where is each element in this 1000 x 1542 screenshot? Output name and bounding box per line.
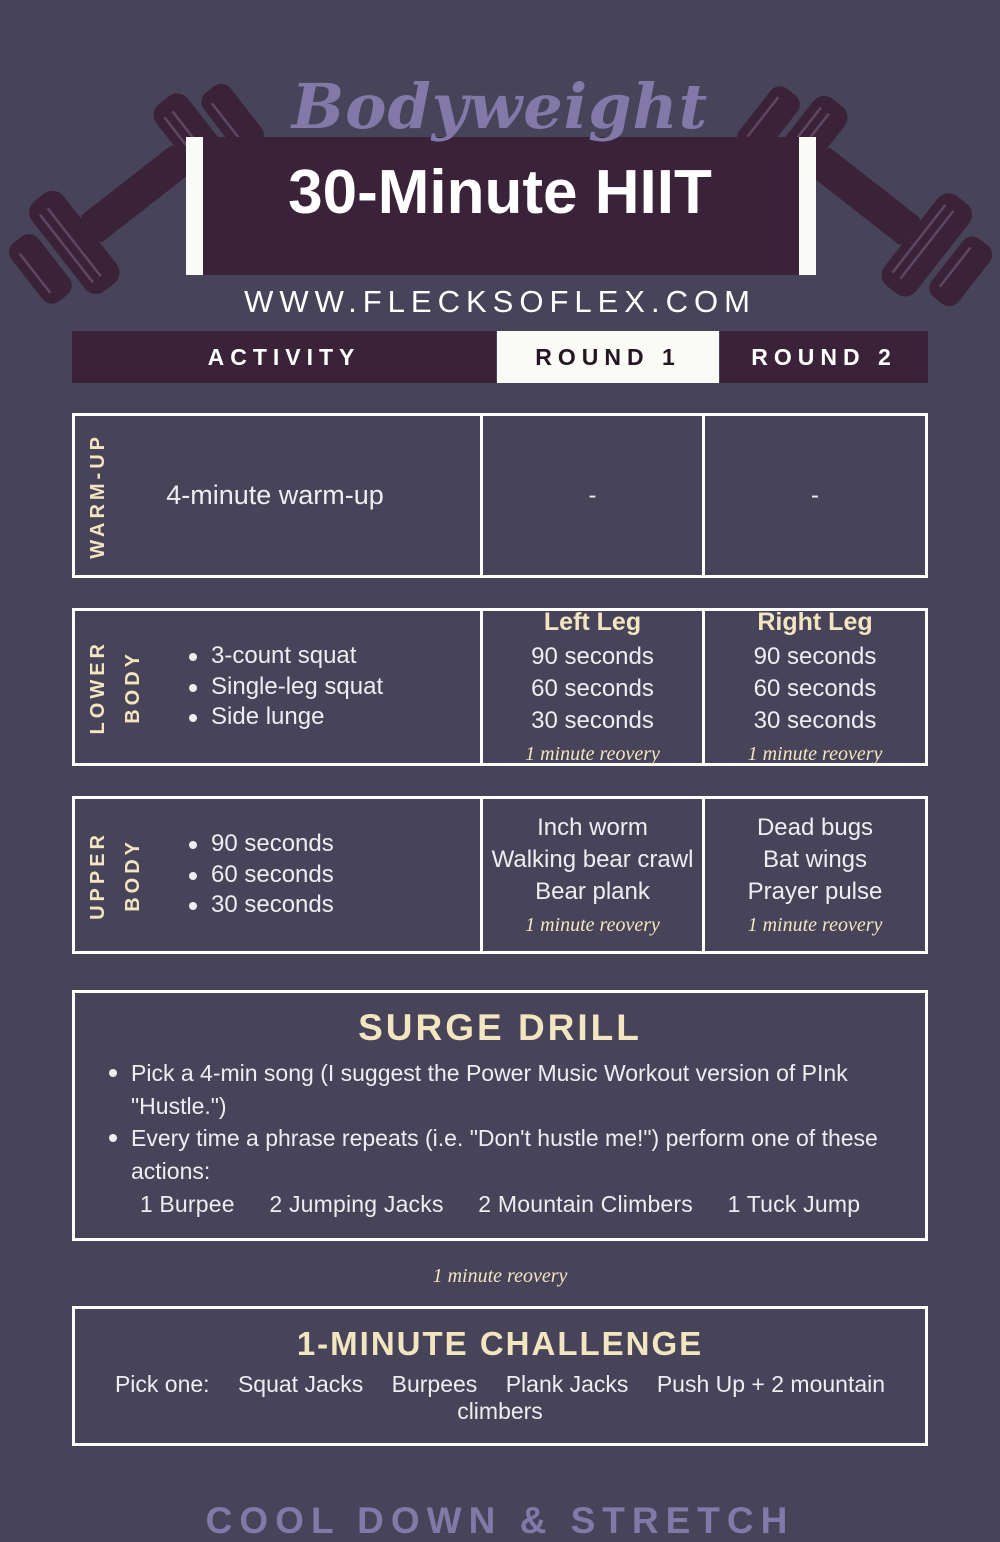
recovery-note: 1 minute reovery bbox=[525, 913, 660, 936]
duration-line: 90 seconds bbox=[531, 643, 654, 671]
lower-body-round-2-cell: Right Leg 90 seconds 60 seconds 30 secon… bbox=[702, 608, 925, 765]
lower-body-round-1-stack: Left Leg 90 seconds 60 seconds 30 second… bbox=[483, 598, 702, 776]
duration-line: 60 seconds bbox=[531, 675, 654, 703]
mid-recovery-note: 1 minute reovery bbox=[432, 1264, 568, 1287]
list-item: Every time a phrase repeats (i.e. "Don't… bbox=[103, 1122, 909, 1187]
exercise-line: Walking bear crawl bbox=[491, 845, 694, 873]
right-leg-heading: Right Leg bbox=[757, 608, 873, 637]
surge-drill-section: SURGE DRILL Pick a 4-min song (I suggest… bbox=[72, 990, 928, 1241]
poster-header: Bodyweight 30-Minute HIIT bbox=[0, 0, 1000, 275]
recovery-note: 1 minute reovery bbox=[747, 913, 883, 936]
lower-body-tag-wrap: LOWER bbox=[75, 640, 110, 734]
duration-line: 90 seconds bbox=[753, 643, 877, 671]
lower-body-tag-line-1: LOWER bbox=[87, 639, 109, 735]
list-item: 60 seconds bbox=[189, 860, 334, 891]
upper-body-round-1-stack: Inch worm Walking bear crawl Bear plank … bbox=[483, 804, 702, 946]
exercise-line: Dead bugs bbox=[756, 813, 874, 841]
surge-drill-bullets: Pick a 4-min song (I suggest the Power M… bbox=[91, 1057, 909, 1188]
list-item: 30 seconds bbox=[189, 890, 334, 921]
upper-body-tag-line-1: UPPER bbox=[87, 830, 109, 920]
warmup-round-2-value: - bbox=[811, 481, 819, 509]
upper-body-tag-line-2: BODY bbox=[122, 838, 144, 912]
lower-body-tag-wrap-2: BODY bbox=[110, 650, 145, 724]
website-url: WWW.FLECKSOFLEX.COM bbox=[244, 284, 756, 319]
list-item: Single-leg squat bbox=[189, 672, 383, 703]
warmup-round-2-cell: - bbox=[702, 416, 925, 575]
warmup-tag: WARM-UP bbox=[87, 432, 109, 559]
lower-body-round-1-cell: Left Leg 90 seconds 60 seconds 30 second… bbox=[480, 608, 702, 765]
exercise-line: Bat wings bbox=[762, 845, 868, 873]
upper-body-activity-list: 90 seconds 60 seconds 30 seconds bbox=[145, 829, 334, 921]
challenge-option: Plank Jacks bbox=[505, 1370, 629, 1397]
duration-line: 60 seconds bbox=[753, 675, 877, 703]
surge-action: 1 Tuck Jump bbox=[727, 1190, 861, 1217]
page-title: 30-Minute HIIT bbox=[288, 158, 712, 227]
lower-body-round-2-stack: Right Leg 90 seconds 60 seconds 30 secon… bbox=[705, 598, 925, 776]
upper-body-round-2-stack: Dead bugs Bat wings Prayer pulse 1 minut… bbox=[705, 804, 925, 946]
challenge-title: 1-MINUTE CHALLENGE bbox=[296, 1324, 704, 1362]
list-item: 3-count squat bbox=[189, 641, 383, 672]
warmup-activity-cell: WARM-UP 4-minute warm-up bbox=[75, 416, 480, 575]
table-column-headers: ACTIVITY ROUND 1 ROUND 2 bbox=[72, 331, 928, 383]
exercise-line: Bear plank bbox=[535, 877, 650, 905]
surge-drill-actions: 1 Burpee 2 Jumping Jacks 2 Mountain Clim… bbox=[91, 1191, 909, 1218]
warmup-activity-text: 4-minute warm-up bbox=[166, 480, 384, 510]
warmup-round-1-value: - bbox=[588, 481, 597, 509]
lower-body-tag-line-2: BODY bbox=[122, 650, 144, 724]
warmup-row: WARM-UP 4-minute warm-up - - bbox=[72, 413, 928, 578]
list-item: 90 seconds bbox=[189, 829, 334, 860]
surge-action: 1 Burpee bbox=[139, 1190, 235, 1217]
upper-body-activity-cell: UPPER BODY 90 seconds 60 seconds 30 seco… bbox=[75, 799, 480, 951]
challenge-option: Squat Jacks bbox=[237, 1370, 364, 1397]
left-leg-heading: Left Leg bbox=[543, 608, 642, 637]
upper-body-tag-wrap: UPPER bbox=[75, 831, 110, 920]
challenge-section: 1-MINUTE CHALLENGE Pick one: Squat Jacks… bbox=[72, 1305, 928, 1446]
duration-line: 30 seconds bbox=[753, 707, 877, 735]
upper-body-round-1-cell: Inch worm Walking bear crawl Bear plank … bbox=[480, 799, 702, 951]
column-header-activity: ACTIVITY bbox=[72, 331, 496, 383]
exercise-line: Prayer pulse bbox=[747, 877, 883, 905]
column-header-round-1: ROUND 1 bbox=[497, 331, 719, 383]
list-item: Pick a 4-min song (I suggest the Power M… bbox=[103, 1057, 909, 1122]
workout-table: ACTIVITY ROUND 1 ROUND 2 WARM-UP 4-minut… bbox=[0, 331, 1000, 1542]
recovery-note: 1 minute reovery bbox=[525, 743, 660, 766]
surge-action: 2 Jumping Jacks bbox=[269, 1190, 444, 1217]
surge-drill-title: SURGE DRILL bbox=[358, 1007, 642, 1048]
upper-body-row: UPPER BODY 90 seconds 60 seconds 30 seco… bbox=[72, 796, 928, 954]
exercise-line: Inch worm bbox=[537, 813, 648, 841]
challenge-option: Burpees bbox=[391, 1370, 478, 1397]
warmup-round-1-cell: - bbox=[480, 416, 702, 575]
challenge-prompt: Pick one: bbox=[114, 1370, 210, 1397]
column-header-round-2: ROUND 2 bbox=[720, 331, 928, 383]
lower-body-activity-list: 3-count squat Single-leg squat Side lung… bbox=[145, 641, 383, 733]
upper-body-tag-wrap-2: BODY bbox=[110, 838, 145, 912]
lower-body-activity-cell: LOWER BODY 3-count squat Single-leg squa… bbox=[75, 611, 480, 763]
list-item: Side lunge bbox=[189, 702, 383, 733]
cool-down-footer: COOL DOWN & STRETCH bbox=[205, 1499, 795, 1541]
surge-action: 2 Mountain Climbers bbox=[478, 1190, 693, 1217]
recovery-note: 1 minute reovery bbox=[747, 743, 883, 766]
lower-body-row: LOWER BODY 3-count squat Single-leg squa… bbox=[72, 608, 928, 766]
warmup-tag-wrap: WARM-UP bbox=[75, 433, 110, 559]
title-script: Bodyweight bbox=[291, 70, 709, 143]
challenge-options: Pick one: Squat Jacks Burpees Plank Jack… bbox=[85, 1371, 915, 1425]
upper-body-round-2-cell: Dead bugs Bat wings Prayer pulse 1 minut… bbox=[702, 799, 925, 951]
duration-line: 30 seconds bbox=[531, 707, 654, 735]
